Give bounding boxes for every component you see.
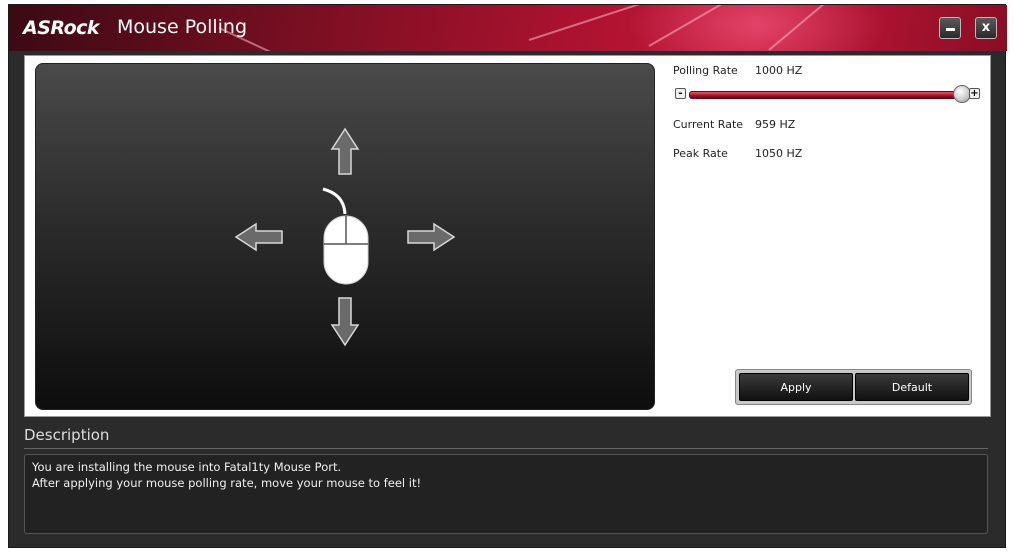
asrock-logo: ASRock xyxy=(23,17,100,39)
description-divider xyxy=(24,448,988,449)
window-title: Mouse Polling xyxy=(117,16,248,38)
apply-button[interactable]: Apply xyxy=(739,373,853,401)
mouse-polling-window: ASRock Mouse Polling x Polling Rate 1000… xyxy=(8,4,1007,548)
main-panel: Polling Rate 1000 HZ - + Current Rate 95… xyxy=(24,55,991,417)
slider-increase-button[interactable]: + xyxy=(969,88,980,99)
peak-rate-label: Peak Rate xyxy=(673,147,728,160)
close-button[interactable]: x xyxy=(975,17,997,39)
polling-rate-value: 1000 HZ xyxy=(755,64,803,77)
arrow-down-icon xyxy=(330,297,360,347)
mouse-preview-graphic xyxy=(234,127,456,347)
current-rate-label: Current Rate xyxy=(673,118,744,131)
polling-rate-slider[interactable]: - + xyxy=(673,84,991,108)
title-bar: ASRock Mouse Polling x xyxy=(9,5,1007,51)
current-rate-value: 959 HZ xyxy=(755,118,796,131)
title-bar-glow xyxy=(627,5,887,51)
polling-rate-label: Polling Rate xyxy=(673,64,738,77)
default-button[interactable]: Default xyxy=(855,373,969,401)
arrow-up-icon xyxy=(330,127,360,175)
arrow-left-icon xyxy=(234,222,283,252)
slider-track[interactable] xyxy=(689,91,965,99)
minimize-button[interactable] xyxy=(939,17,961,39)
mouse-preview-area[interactable] xyxy=(35,63,655,410)
mouse-icon xyxy=(322,187,369,285)
description-line: After applying your mouse polling rate, … xyxy=(32,476,422,490)
arrow-right-icon xyxy=(407,222,456,252)
peak-rate-value: 1050 HZ xyxy=(755,147,803,160)
action-button-group: Apply Default xyxy=(735,369,972,405)
description-box: You are installing the mouse into Fatal1… xyxy=(24,454,988,534)
slider-decrease-button[interactable]: - xyxy=(675,88,686,99)
description-line: You are installing the mouse into Fatal1… xyxy=(32,460,342,474)
settings-pane: Polling Rate 1000 HZ - + Current Rate 95… xyxy=(673,56,991,416)
description-heading: Description xyxy=(24,426,110,444)
